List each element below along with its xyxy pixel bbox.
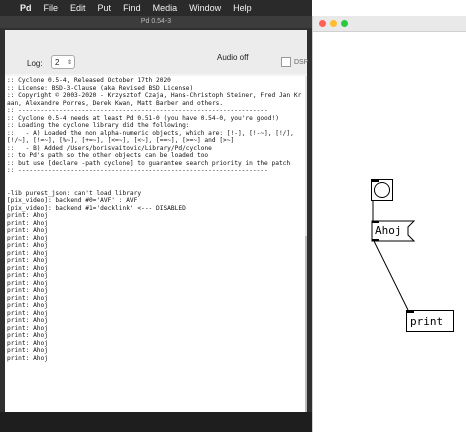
pd-main-window: Pd 0.54-3 Log: 2 ⇕ Audio off DSP :: Cycl… xyxy=(0,16,312,432)
console-line: :: - B) Added /Users/borisvaitovic/Libra… xyxy=(7,144,212,152)
console-line: print: Ahoj xyxy=(7,257,48,264)
menu-bar: Pd File Edit Put Find Media Window Help xyxy=(0,0,312,16)
message-box-text: Ahoj xyxy=(375,224,402,237)
console-line: -lib purest_json: can't load library xyxy=(7,189,142,197)
console-line: :: -------------------------------------… xyxy=(7,167,268,174)
bang-circle-icon xyxy=(374,182,390,198)
console-line: [pix_video]: backend #0='AVF' : AVF xyxy=(7,197,138,204)
console-line: :: Loading the cyclone library did the f… xyxy=(7,122,190,129)
console-line: :: Cyclone 0.5-4, Released October 17th … xyxy=(7,77,171,84)
print-object-text: print xyxy=(410,315,444,328)
dsp-checkbox[interactable] xyxy=(281,57,291,67)
pd-window-content: Log: 2 ⇕ Audio off DSP :: Cyclone 0.5-4,… xyxy=(5,30,308,432)
minimize-button[interactable] xyxy=(330,20,337,27)
menu-window[interactable]: Window xyxy=(189,3,221,13)
log-level-select[interactable]: 2 ⇕ xyxy=(51,55,75,69)
menu-help[interactable]: Help xyxy=(233,3,252,13)
log-label: Log: xyxy=(27,59,43,68)
patch-window: Ahoj print xyxy=(312,16,466,432)
menu-put[interactable]: Put xyxy=(98,3,112,13)
menu-file[interactable]: File xyxy=(44,3,59,13)
console-line: print: Ahoj xyxy=(7,339,48,347)
console-line: print: Ahoj xyxy=(7,317,48,324)
console-line: :: License: BSD-3-Clause (aka Revised BS… xyxy=(7,84,194,92)
chevron-updown-icon: ⇕ xyxy=(66,60,72,66)
menu-find[interactable]: Find xyxy=(123,3,141,13)
console-line: print: Ahoj xyxy=(7,309,48,317)
print-inlet xyxy=(407,311,414,313)
print-object[interactable]: print xyxy=(406,310,454,332)
console-log[interactable]: :: Cyclone 0.5-4, Released October 17th … xyxy=(5,76,305,430)
dsp-label: DSP xyxy=(294,58,309,66)
console-line: print: Ahoj xyxy=(7,249,48,257)
scrollbar-thumb[interactable] xyxy=(305,236,307,426)
console-line: print: Ahoj xyxy=(7,354,48,362)
wire-message-to-print xyxy=(373,240,409,311)
console-line: print: Ahoj xyxy=(7,294,48,302)
console-line: print: Ahoj xyxy=(7,332,48,339)
console-line: print: Ahoj xyxy=(7,302,48,309)
console-line: print: Ahoj xyxy=(7,347,48,354)
console-line: print: Ahoj xyxy=(7,219,48,227)
console-line: :: Cyclone 0.5-4 needs at least Pd 0.51-… xyxy=(7,114,279,122)
console-line: :: - A) Loaded the non alpha-numeric obj… xyxy=(7,129,298,145)
console-line: print: Ahoj xyxy=(7,324,48,332)
console-line: print: Ahoj xyxy=(7,212,48,219)
menu-media[interactable]: Media xyxy=(153,3,178,13)
console-line: print: Ahoj xyxy=(7,287,48,294)
console-line: [pix_video]: backend #1='decklink' <--- … xyxy=(7,204,186,212)
console-line: :: Copyright © 2003-2020 - Krzysztof Cza… xyxy=(7,92,302,107)
desktop-strip xyxy=(0,412,312,432)
log-level-value: 2 xyxy=(55,58,60,67)
console-line: :: but use [declare -path cyclone] to gu… xyxy=(7,159,291,167)
console-line: :: -------------------------------------… xyxy=(7,107,268,114)
pd-controls-bar: Log: 2 ⇕ Audio off DSP xyxy=(5,30,308,74)
console-line: print: Ahoj xyxy=(7,227,48,234)
pd-window-title: Pd 0.54-3 xyxy=(0,16,312,28)
patch-title-bar xyxy=(313,16,466,32)
console-scrollbar[interactable] xyxy=(305,76,307,430)
audio-status: Audio off xyxy=(217,53,249,62)
console-line: print: Ahoj xyxy=(7,242,48,249)
bang-button[interactable] xyxy=(371,179,393,201)
console-line: :: to Pd's path so the other objects can… xyxy=(7,152,209,159)
menu-app-name[interactable]: Pd xyxy=(20,3,32,13)
console-line: print: Ahoj xyxy=(7,279,48,287)
close-button[interactable] xyxy=(319,20,326,27)
menu-edit[interactable]: Edit xyxy=(70,3,86,13)
dsp-toggle[interactable]: DSP xyxy=(281,57,308,67)
patch-canvas[interactable]: Ahoj print xyxy=(313,32,466,432)
zoom-button[interactable] xyxy=(341,20,348,27)
message-box[interactable]: Ahoj xyxy=(372,221,414,241)
console-line: print: Ahoj xyxy=(7,234,48,242)
console-line: print: Ahoj xyxy=(7,264,48,272)
console-line: print: Ahoj xyxy=(7,272,48,279)
